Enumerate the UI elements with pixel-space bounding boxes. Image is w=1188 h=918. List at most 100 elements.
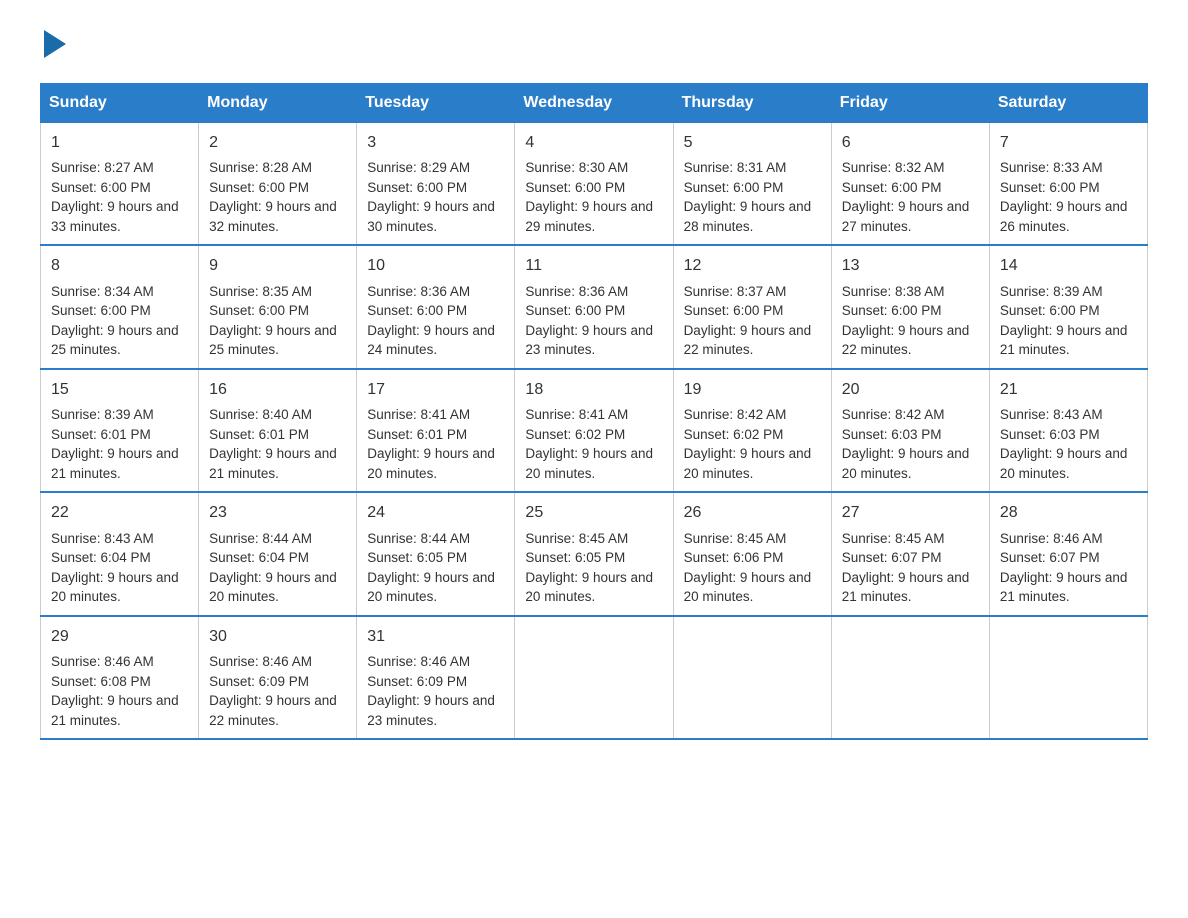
calendar-cell: 25Sunrise: 8:45 AMSunset: 6:05 PMDayligh… (515, 492, 673, 615)
calendar-cell (673, 616, 831, 739)
daylight-text: Daylight: 9 hours and 20 minutes. (525, 446, 653, 481)
sunset-text: Sunset: 6:02 PM (684, 427, 784, 442)
weekday-header-friday: Friday (831, 84, 989, 123)
calendar-cell: 30Sunrise: 8:46 AMSunset: 6:09 PMDayligh… (199, 616, 357, 739)
sunset-text: Sunset: 6:00 PM (1000, 180, 1100, 195)
sunset-text: Sunset: 6:00 PM (209, 180, 309, 195)
day-number: 24 (367, 501, 504, 524)
sunset-text: Sunset: 6:05 PM (525, 550, 625, 565)
daylight-text: Daylight: 9 hours and 23 minutes. (367, 693, 495, 728)
calendar-cell: 17Sunrise: 8:41 AMSunset: 6:01 PMDayligh… (357, 369, 515, 492)
sunrise-text: Sunrise: 8:34 AM (51, 284, 154, 299)
sunset-text: Sunset: 6:07 PM (842, 550, 942, 565)
sunrise-text: Sunrise: 8:46 AM (1000, 531, 1103, 546)
calendar-cell: 11 Sunrise: 8:36 AM Sunset: 6:00 PM Dayligh… (515, 245, 673, 368)
logo-triangle-icon (44, 30, 66, 63)
calendar-cell (989, 616, 1147, 739)
sunrise-text: Sunrise: 8:29 AM (367, 160, 470, 175)
sunset-text: Sunset: 6:00 PM (525, 180, 625, 195)
daylight-text: Daylight: 9 hours and 33 minutes. (51, 199, 179, 234)
day-number: 18 (525, 378, 662, 401)
sunrise-text: Sunrise: 8:39 AM (51, 407, 154, 422)
calendar-cell: 13Sunrise: 8:38 AMSunset: 6:00 PMDayligh… (831, 245, 989, 368)
daylight-text: Daylight: 9 hours and 20 minutes. (367, 446, 495, 481)
calendar-cell: 12Sunrise: 8:37 AMSunset: 6:00 PMDayligh… (673, 245, 831, 368)
sunrise-text: Sunrise: 8:41 AM (525, 407, 628, 422)
daylight-text: Daylight: 9 hours and 21 minutes. (1000, 570, 1128, 605)
sunrise-text: Sunrise: 8:44 AM (367, 531, 470, 546)
sunset-text: Sunset: 6:09 PM (209, 674, 309, 689)
calendar-cell: 8Sunrise: 8:34 AMSunset: 6:00 PMDaylight… (41, 245, 199, 368)
sunset-text: Sunset: 6:00 PM (684, 303, 784, 318)
sunrise-text: Sunrise: 8:43 AM (1000, 407, 1103, 422)
day-number: 12 (684, 254, 821, 277)
calendar-cell: 15Sunrise: 8:39 AMSunset: 6:01 PMDayligh… (41, 369, 199, 492)
daylight-text: Daylight: 9 hours and 20 minutes. (842, 446, 970, 481)
day-number: 1 (51, 131, 188, 154)
daylight-text: Daylight: 9 hours and 20 minutes. (209, 570, 337, 605)
calendar-cell: 6Sunrise: 8:32 AMSunset: 6:00 PMDaylight… (831, 123, 989, 246)
calendar-cell (515, 616, 673, 739)
daylight-text: Daylight: 9 hours and 20 minutes. (684, 446, 812, 481)
calendar-cell: 9Sunrise: 8:35 AMSunset: 6:00 PMDaylight… (199, 245, 357, 368)
sunset-text: Sunset: 6:04 PM (209, 550, 309, 565)
sunrise-text: Sunrise: 8:42 AM (842, 407, 945, 422)
sunrise-text: Sunrise: 8:31 AM (684, 160, 787, 175)
sunrise-text: Sunrise: 8:41 AM (367, 407, 470, 422)
calendar-cell: 2Sunrise: 8:28 AMSunset: 6:00 PMDaylight… (199, 123, 357, 246)
sunrise-text: Sunrise: 8:44 AM (209, 531, 312, 546)
weekday-header-thursday: Thursday (673, 84, 831, 123)
weekday-header-monday: Monday (199, 84, 357, 123)
sunrise-text: Sunrise: 8:30 AM (525, 160, 628, 175)
day-number: 15 (51, 378, 188, 401)
calendar-header: SundayMondayTuesdayWednesdayThursdayFrid… (41, 84, 1148, 123)
sunrise-text: Sunrise: 8:36 AM (525, 284, 628, 299)
calendar-cell: 14Sunrise: 8:39 AMSunset: 6:00 PMDayligh… (989, 245, 1147, 368)
day-number: 17 (367, 378, 504, 401)
weekday-header-row: SundayMondayTuesdayWednesdayThursdayFrid… (41, 84, 1148, 123)
daylight-text: Daylight: 9 hours and 22 minutes. (209, 693, 337, 728)
sunset-text: Sunset: 6:03 PM (842, 427, 942, 442)
day-number: 14 (1000, 254, 1137, 277)
calendar-cell: 10Sunrise: 8:36 AMSunset: 6:00 PMDayligh… (357, 245, 515, 368)
daylight-text: Daylight: 9 hours and 23 minutes. (525, 323, 653, 358)
day-number: 20 (842, 378, 979, 401)
calendar-cell: 21Sunrise: 8:43 AMSunset: 6:03 PMDayligh… (989, 369, 1147, 492)
sunset-text: Sunset: 6:00 PM (842, 303, 942, 318)
calendar-cell: 19 Sunrise: 8:42 AM Sunset: 6:02 PM Dayligh… (673, 369, 831, 492)
sunrise-text: Sunrise: 8:43 AM (51, 531, 154, 546)
day-number: 2 (209, 131, 346, 154)
sunrise-text: Sunrise: 8:37 AM (684, 284, 787, 299)
sunset-text: Sunset: 6:09 PM (367, 674, 467, 689)
day-number: 29 (51, 625, 188, 648)
sunset-text: Sunset: 6:03 PM (1000, 427, 1100, 442)
sunset-text: Sunset: 6:00 PM (525, 303, 625, 318)
calendar-cell: 20 Sunrise: 8:42 AM Sunset: 6:03 PM Dayligh… (831, 369, 989, 492)
day-number: 11 (525, 254, 662, 277)
daylight-text: Daylight: 9 hours and 24 minutes. (367, 323, 495, 358)
sunrise-text: Sunrise: 8:45 AM (684, 531, 787, 546)
day-number: 28 (1000, 501, 1137, 524)
daylight-text: Daylight: 9 hours and 25 minutes. (51, 323, 179, 358)
sunrise-text: Sunrise: 8:45 AM (842, 531, 945, 546)
calendar-cell: 28Sunrise: 8:46 AMSunset: 6:07 PMDayligh… (989, 492, 1147, 615)
calendar-cell (831, 616, 989, 739)
sunset-text: Sunset: 6:04 PM (51, 550, 151, 565)
day-number: 22 (51, 501, 188, 524)
daylight-text: Daylight: 9 hours and 32 minutes. (209, 199, 337, 234)
sunrise-text: Sunrise: 8:38 AM (842, 284, 945, 299)
sunset-text: Sunset: 6:00 PM (51, 303, 151, 318)
calendar-cell: 1Sunrise: 8:27 AMSunset: 6:00 PMDaylight… (41, 123, 199, 246)
day-number: 19 (684, 378, 821, 401)
calendar-cell: 26Sunrise: 8:45 AMSunset: 6:06 PMDayligh… (673, 492, 831, 615)
weekday-header-tuesday: Tuesday (357, 84, 515, 123)
day-number: 16 (209, 378, 346, 401)
calendar-cell: 16Sunrise: 8:40 AMSunset: 6:01 PMDayligh… (199, 369, 357, 492)
sunset-text: Sunset: 6:01 PM (51, 427, 151, 442)
sunrise-text: Sunrise: 8:42 AM (684, 407, 787, 422)
day-number: 21 (1000, 378, 1137, 401)
sunrise-text: Sunrise: 8:33 AM (1000, 160, 1103, 175)
calendar-cell: 5Sunrise: 8:31 AMSunset: 6:00 PMDaylight… (673, 123, 831, 246)
calendar-table: SundayMondayTuesdayWednesdayThursdayFrid… (40, 83, 1148, 740)
daylight-text: Daylight: 9 hours and 26 minutes. (1000, 199, 1128, 234)
